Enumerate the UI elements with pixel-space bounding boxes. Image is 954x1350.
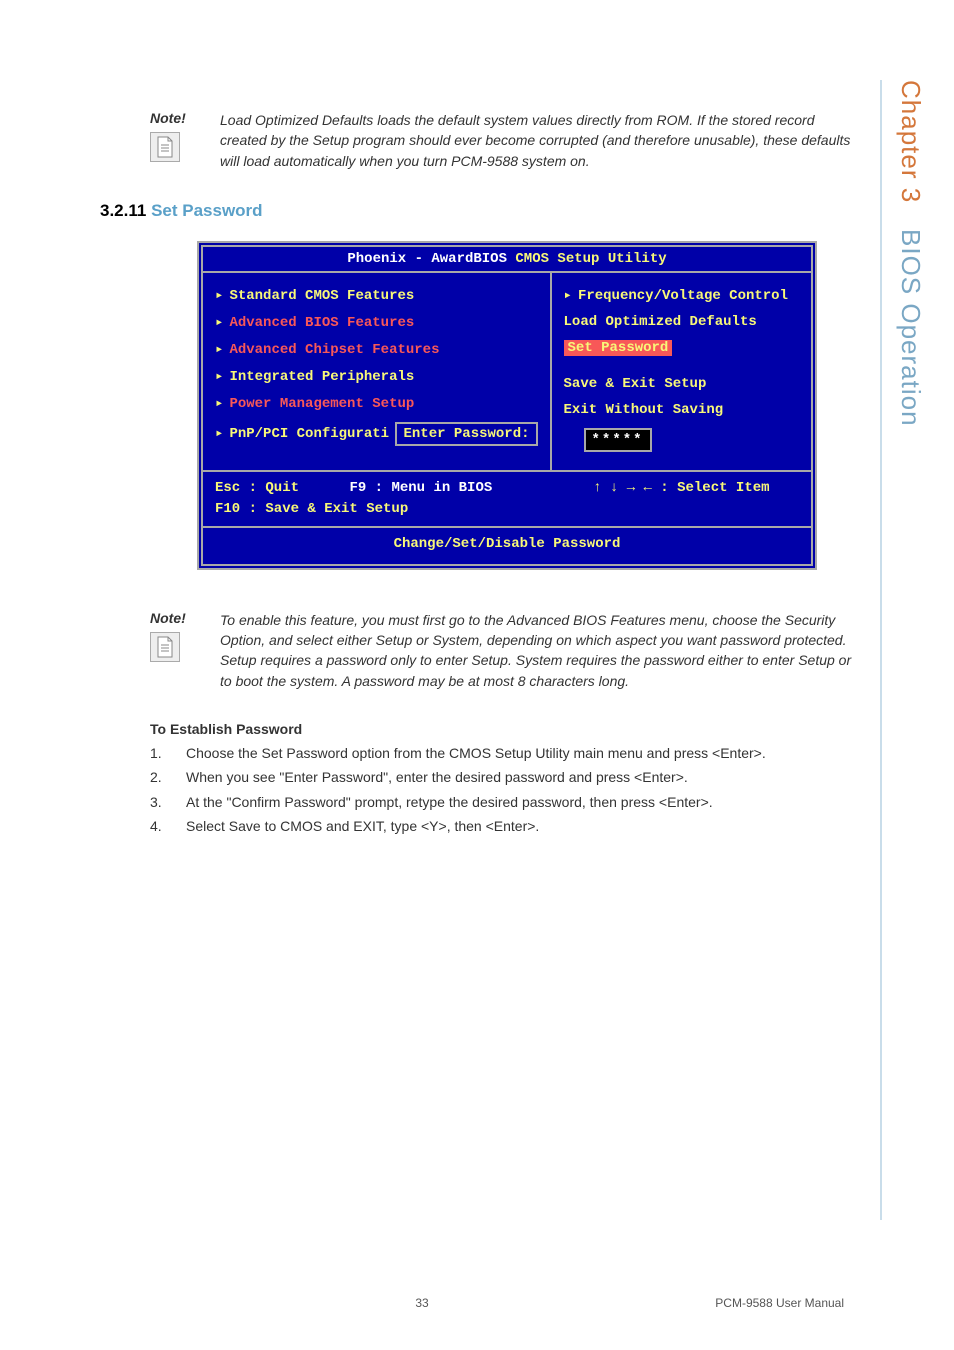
note-text: To enable this feature, you must first g… bbox=[220, 610, 864, 691]
bios-footer: Change/Set/Disable Password bbox=[203, 526, 811, 564]
help-select: ↑ ↓ → ← : Select Item bbox=[593, 480, 769, 496]
bios-help: Esc : Quit F9 : Menu in BIOS ↑ ↓ → ← : S… bbox=[203, 472, 811, 526]
bios-item[interactable]: Standard CMOS Features bbox=[229, 288, 414, 304]
bios-item[interactable]: Save & Exit Setup bbox=[564, 376, 707, 392]
step-text: Select Save to CMOS and EXIT, type <Y>, … bbox=[186, 816, 539, 836]
bios-item[interactable]: Power Management Setup bbox=[229, 396, 414, 412]
note-label: Note! bbox=[150, 610, 220, 626]
section-title: Set Password bbox=[151, 201, 263, 220]
help-menu: F9 : Menu in BIOS bbox=[349, 480, 492, 496]
side-divider bbox=[880, 80, 882, 1220]
step-text: At the "Confirm Password" prompt, retype… bbox=[186, 792, 713, 812]
bios-item[interactable]: Exit Without Saving bbox=[564, 402, 724, 418]
chapter-section: BIOS Operation bbox=[896, 229, 926, 427]
bios-left-col: ▸Standard CMOS Features ▸Advanced BIOS F… bbox=[203, 273, 552, 470]
help-save: F10 : Save & Exit Setup bbox=[215, 501, 408, 517]
bios-item[interactable]: Advanced Chipset Features bbox=[229, 342, 439, 358]
steps-list: Choose the Set Password option from the … bbox=[150, 743, 864, 836]
chapter-label: Chapter 3 bbox=[896, 80, 926, 203]
step-text: When you see "Enter Password", enter the… bbox=[186, 767, 688, 787]
section-number: 3.2.11 bbox=[100, 201, 146, 220]
bios-screenshot: Phoenix - AwardBIOS CMOS Setup Utility ▸… bbox=[197, 241, 817, 570]
password-prompt: Enter Password: bbox=[395, 422, 537, 446]
password-field[interactable]: ***** bbox=[584, 428, 652, 452]
doc-name: PCM-9588 User Manual bbox=[715, 1296, 844, 1310]
note-icon bbox=[150, 632, 180, 662]
page-footer: 33 PCM-9588 User Manual bbox=[0, 1296, 954, 1310]
note-icon bbox=[150, 132, 180, 162]
bios-item[interactable]: Advanced BIOS Features bbox=[229, 315, 414, 331]
bios-title-b: CMOS Setup Utility bbox=[515, 251, 666, 267]
bios-item-selected[interactable]: Set Password bbox=[564, 340, 673, 356]
bios-item[interactable]: Load Optimized Defaults bbox=[564, 314, 757, 330]
section-heading: 3.2.11 Set Password bbox=[100, 201, 864, 221]
bios-title-a: Phoenix - AwardBIOS bbox=[347, 251, 507, 267]
bios-item[interactable]: Integrated Peripherals bbox=[229, 369, 414, 385]
bios-item[interactable]: Frequency/Voltage Control bbox=[578, 288, 788, 304]
note-block-1: Note! Load Optimized Defaults loads the … bbox=[150, 110, 864, 171]
bios-right-col: ▸Frequency/Voltage Control Load Optimize… bbox=[552, 273, 811, 470]
note-label: Note! bbox=[150, 110, 220, 126]
bios-item[interactable]: PnP/PCI Configurati bbox=[229, 426, 389, 442]
side-tab: Chapter 3 BIOS Operation bbox=[895, 80, 926, 427]
note-text: Load Optimized Defaults loads the defaul… bbox=[220, 110, 864, 171]
help-quit: Esc : Quit bbox=[215, 480, 299, 496]
note-block-2: Note! To enable this feature, you must f… bbox=[150, 610, 864, 691]
step-text: Choose the Set Password option from the … bbox=[186, 743, 766, 763]
subheading: To Establish Password bbox=[150, 721, 864, 737]
